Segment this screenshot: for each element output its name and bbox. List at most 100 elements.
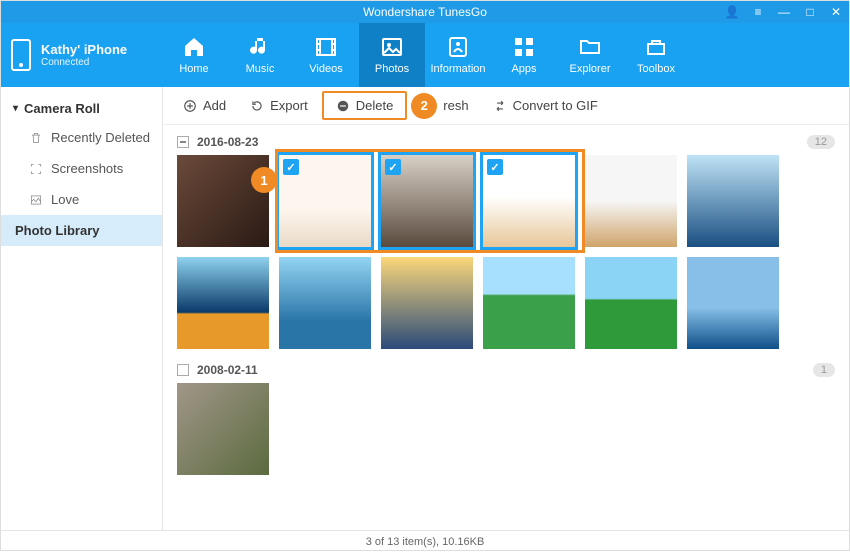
export-icon: [250, 99, 264, 113]
main: ▾ Camera Roll Recently Deleted Screensho…: [1, 87, 849, 530]
nav-tabs: Home Music Videos Photos Information App…: [161, 23, 849, 87]
sidebar-item-screenshots[interactable]: Screenshots: [1, 153, 162, 184]
section-checkbox[interactable]: [177, 136, 189, 148]
sidebar: ▾ Camera Roll Recently Deleted Screensho…: [1, 87, 163, 530]
section-count-badge: 12: [807, 135, 835, 149]
tab-explorer[interactable]: Explorer: [557, 23, 623, 87]
refresh-button[interactable]: resh: [441, 93, 478, 118]
convert-icon: [493, 99, 507, 113]
check-icon: [487, 159, 503, 175]
home-icon: [182, 35, 206, 59]
date-section-header[interactable]: 2016-08-23 12: [177, 131, 835, 155]
user-icon[interactable]: 👤: [723, 5, 741, 19]
information-icon: [446, 35, 470, 59]
menu-icon[interactable]: ≡: [749, 5, 767, 19]
maximize-button[interactable]: □: [801, 5, 819, 19]
tab-home-label: Home: [179, 63, 208, 75]
device-status: Connected: [41, 57, 127, 68]
title-bar: Wondershare TunesGo 👤 ≡ — □ ✕: [1, 1, 849, 23]
tab-apps[interactable]: Apps: [491, 23, 557, 87]
photo-thumb[interactable]: [585, 257, 677, 349]
add-label: Add: [203, 98, 226, 113]
callout-two: 2: [411, 93, 437, 119]
status-bar: 3 of 13 item(s), 10.16KB: [1, 530, 849, 552]
delete-label: Delete: [356, 98, 394, 113]
screenshot-icon: [29, 162, 43, 176]
section-checkbox[interactable]: [177, 364, 189, 376]
tab-videos[interactable]: Videos: [293, 23, 359, 87]
refresh-label: resh: [443, 98, 468, 113]
tab-information[interactable]: Information: [425, 23, 491, 87]
window-controls: 👤 ≡ — □ ✕: [723, 1, 845, 23]
tab-music-label: Music: [246, 63, 275, 75]
photo-thumb[interactable]: [483, 155, 575, 247]
photo-thumb[interactable]: [381, 155, 473, 247]
photo-thumb[interactable]: [177, 257, 269, 349]
convert-label: Convert to GIF: [513, 98, 598, 113]
toolbar: Add Export Delete 2 resh Convert to GIF: [163, 87, 849, 125]
photo-thumb[interactable]: [483, 257, 575, 349]
photo-grid: [177, 383, 835, 475]
sidebar-group-camera-roll[interactable]: ▾ Camera Roll: [1, 95, 162, 122]
trash-icon: [29, 131, 43, 145]
tab-toolbox[interactable]: Toolbox: [623, 23, 689, 87]
export-label: Export: [270, 98, 308, 113]
app-title: Wondershare TunesGo: [363, 5, 487, 19]
image-icon: [29, 193, 43, 207]
plus-icon: [183, 99, 197, 113]
photos-icon: [380, 35, 404, 59]
callout-one: 1: [251, 167, 277, 193]
section-date-label: 2008-02-11: [197, 363, 258, 377]
minimize-button[interactable]: —: [775, 5, 793, 19]
delete-button[interactable]: Delete: [322, 91, 408, 120]
add-button[interactable]: Add: [173, 93, 236, 118]
apps-icon: [512, 35, 536, 59]
photo-grid: 1: [177, 155, 835, 349]
tab-apps-label: Apps: [511, 63, 536, 75]
photo-scroll[interactable]: 2016-08-23 12 1: [163, 125, 849, 530]
music-icon: [248, 35, 272, 59]
close-button[interactable]: ✕: [827, 5, 845, 19]
tab-videos-label: Videos: [309, 63, 342, 75]
sidebar-item-recently-deleted[interactable]: Recently Deleted: [1, 122, 162, 153]
photo-thumb[interactable]: [279, 155, 371, 247]
toolbox-icon: [644, 35, 668, 59]
status-text: 3 of 13 item(s), 10.16KB: [366, 536, 485, 548]
sidebar-group-label: Camera Roll: [24, 101, 100, 116]
tab-information-label: Information: [430, 63, 485, 75]
videos-icon: [314, 35, 338, 59]
convert-gif-button[interactable]: Convert to GIF: [483, 93, 608, 118]
content: Add Export Delete 2 resh Convert to GIF: [163, 87, 849, 530]
tab-explorer-label: Explorer: [570, 63, 611, 75]
tab-home[interactable]: Home: [161, 23, 227, 87]
tab-toolbox-label: Toolbox: [637, 63, 675, 75]
section-count-badge: 1: [813, 363, 835, 377]
header: Kathy' iPhone Connected Home Music Video…: [1, 23, 849, 87]
sidebar-item-label: Love: [51, 192, 79, 207]
photo-thumb[interactable]: [279, 257, 371, 349]
section-date-label: 2016-08-23: [197, 135, 258, 149]
tab-music[interactable]: Music: [227, 23, 293, 87]
check-icon: [283, 159, 299, 175]
sidebar-item-love[interactable]: Love: [1, 184, 162, 215]
tab-photos[interactable]: Photos: [359, 23, 425, 87]
device-name: Kathy' iPhone: [41, 42, 127, 57]
explorer-icon: [578, 35, 602, 59]
phone-icon: [11, 39, 31, 71]
sidebar-item-label: Photo Library: [15, 223, 100, 238]
date-section-header[interactable]: 2008-02-11 1: [177, 359, 835, 383]
sidebar-item-label: Recently Deleted: [51, 130, 150, 145]
export-button[interactable]: Export: [240, 93, 318, 118]
sidebar-item-photo-library[interactable]: Photo Library: [1, 215, 162, 246]
photo-thumb[interactable]: [177, 383, 269, 475]
sidebar-item-label: Screenshots: [51, 161, 123, 176]
photo-thumb[interactable]: [687, 257, 779, 349]
photo-thumb[interactable]: [687, 155, 779, 247]
tab-photos-label: Photos: [375, 63, 409, 75]
caret-down-icon: ▾: [13, 103, 18, 114]
device-panel[interactable]: Kathy' iPhone Connected: [1, 23, 161, 87]
minus-icon: [336, 99, 350, 113]
photo-thumb[interactable]: [585, 155, 677, 247]
check-icon: [385, 159, 401, 175]
photo-thumb[interactable]: [381, 257, 473, 349]
